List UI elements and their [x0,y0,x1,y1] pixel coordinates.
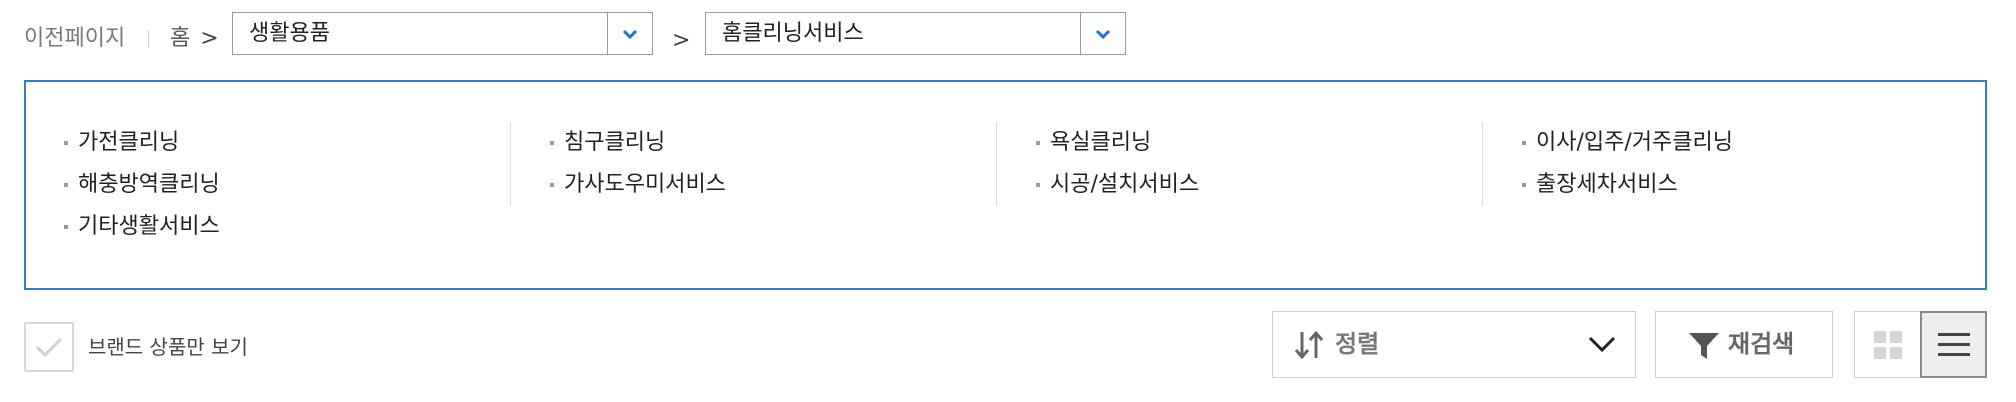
research-label: 재검색 [1728,330,1795,358]
breadcrumb-separator-2: > [672,28,691,53]
home-link[interactable]: 홈 [170,26,190,51]
category-level2-dropdown-button[interactable] [1080,13,1125,54]
category-level1-select[interactable]: 생활용품 [232,12,653,55]
filter-icon [1689,333,1719,359]
bullet-icon [64,183,68,187]
category-level2-select[interactable]: 홈클리닝서비스 [705,12,1126,55]
breadcrumb-divider [148,30,149,48]
sort-label: 정렬 [1335,330,1380,358]
brand-only-checkbox[interactable] [24,322,74,372]
subcategory-item[interactable]: 가사도우미서비스 [550,170,726,200]
subcategory-panel [24,80,1987,290]
bullet-icon [1036,183,1040,187]
subcategory-item[interactable]: 해충방역클리닝 [64,170,220,200]
breadcrumb-home[interactable]: 홈 > [170,24,219,54]
sort-arrows-icon [1294,330,1324,360]
bullet-icon [550,141,554,145]
grid-view-button[interactable] [1854,311,1921,378]
list-view-button[interactable] [1920,311,1987,378]
subcategory-item[interactable]: 이사/입주/거주클리닝 [1522,128,1733,158]
research-button[interactable]: 재검색 [1655,311,1833,378]
subcategory-item[interactable]: 기타생활서비스 [64,212,220,242]
brand-only-label[interactable]: 브랜드 상품만 보기 [88,333,248,361]
bullet-icon [64,141,68,145]
grid-view-icon [1873,330,1902,359]
sort-dropdown[interactable]: 정렬 [1272,311,1636,378]
subcategory-item[interactable]: 출장세차서비스 [1522,170,1678,200]
column-divider [996,122,997,206]
bullet-icon [1522,141,1526,145]
bullet-icon [1036,141,1040,145]
subcategory-item[interactable]: 침구클리닝 [550,128,665,158]
category-level1-value: 생활용품 [249,21,330,46]
column-divider [1482,122,1483,206]
check-icon [35,337,63,358]
subcategory-item[interactable]: 가전클리닝 [64,128,179,158]
bullet-icon [64,225,68,229]
bullet-icon [550,183,554,187]
subcategory-item[interactable]: 시공/설치서비스 [1036,170,1199,200]
category-level2-value: 홈클리닝서비스 [722,21,864,46]
category-level1-dropdown-button[interactable] [607,13,652,54]
chevron-down-icon [1095,29,1111,39]
list-view-icon [1937,332,1970,356]
back-link[interactable]: 이전페이지 [24,24,125,54]
chevron-down-icon [622,29,638,39]
breadcrumb-separator: > [200,26,219,51]
bullet-icon [1522,183,1526,187]
column-divider [510,122,511,206]
chevron-down-icon [1588,336,1616,353]
subcategory-item[interactable]: 욕실클리닝 [1036,128,1151,158]
